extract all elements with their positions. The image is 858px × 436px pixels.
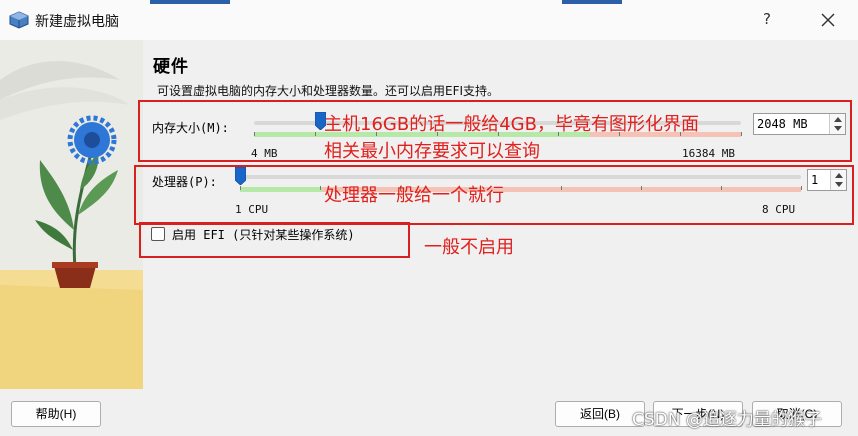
- page-description: 可设置虚拟电脑的内存大小和处理器数量。还可以启用EFI支持。: [157, 84, 500, 98]
- title-bar: 新建虚拟电脑 ?: [0, 0, 858, 40]
- page-heading: 硬件: [153, 57, 189, 77]
- close-icon[interactable]: [820, 12, 836, 28]
- memory-annotation-line1: 主机16GB的话一般给4GB，毕竟有图形化界面: [324, 114, 699, 135]
- background-window-edge: [150, 0, 230, 4]
- help-button[interactable]: 帮助(H): [11, 401, 101, 427]
- efi-annotation-box: [139, 222, 410, 258]
- virtualbox-app-icon: [9, 11, 29, 29]
- watermark: CSDN @追逐力量的猴子: [632, 410, 822, 430]
- title-help-button[interactable]: ?: [763, 10, 771, 28]
- wizard-side-illustration: [0, 40, 143, 389]
- dialog-content: 硬件 可设置虚拟电脑的内存大小和处理器数量。还可以启用EFI支持。 内存大小(M…: [0, 40, 858, 389]
- memory-annotation-line2: 相关最小内存要求可以查询: [324, 141, 540, 162]
- window-title: 新建虚拟电脑: [35, 14, 119, 30]
- efi-annotation: 一般不启用: [424, 237, 514, 258]
- processor-annotation: 处理器一般给一个就行: [324, 185, 504, 206]
- background-window-edge: [562, 0, 622, 4]
